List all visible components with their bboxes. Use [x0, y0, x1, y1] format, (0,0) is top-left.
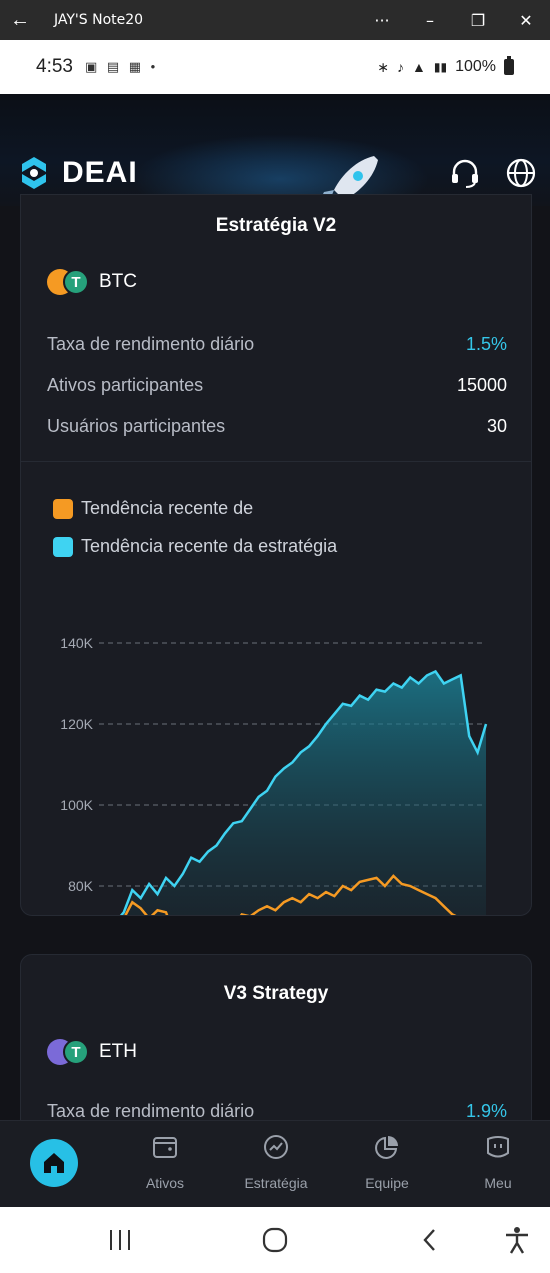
app-screen: DEAI Estratégia V2 T BTC Taxa de rendime… — [0, 94, 550, 1207]
recents-icon[interactable] — [106, 1225, 134, 1255]
status-right: ∗ ♪ ▲ ▮▮ 100% — [377, 56, 514, 76]
nav-label: Estratégia — [244, 1175, 308, 1191]
home-icon — [44, 1153, 64, 1173]
legend-swatch-orange — [53, 498, 73, 519]
row-label: Ativos participantes — [47, 375, 204, 395]
row-value: 15000 — [456, 375, 507, 395]
row-value: 30 — [486, 416, 507, 436]
usdt-coin-icon: T — [63, 1039, 89, 1065]
card-title: V3 Strategy — [223, 983, 329, 1004]
nav-home[interactable] — [30, 1139, 78, 1187]
nav-ativos[interactable]: Ativos — [120, 1121, 210, 1207]
brand-logo[interactable]: DEAI — [14, 154, 138, 192]
nav-label: Equipe — [365, 1175, 409, 1191]
coin-symbol: BTC — [99, 271, 137, 292]
restore-icon[interactable]: ❐ — [454, 11, 502, 30]
bluetooth-icon: ∗ — [377, 58, 389, 75]
coin-symbol: ETH — [99, 1041, 137, 1062]
row-value: 1.9% — [465, 1101, 507, 1121]
close-icon[interactable]: ✕ — [502, 11, 550, 30]
nav-equipe[interactable]: Equipe — [342, 1121, 432, 1207]
y-tick-label: 120K — [60, 716, 93, 732]
info-row: Ativos participantes 15000 — [47, 375, 507, 396]
arrow-left-icon[interactable]: ← — [0, 9, 40, 32]
legend-swatch-cyan — [53, 536, 73, 557]
strategy-card-v2[interactable]: Estratégia V2 T BTC Taxa de rendimento d… — [20, 194, 532, 916]
row-label: Taxa de rendimento diário — [47, 334, 255, 354]
info-row: Taxa de rendimento diário 1.9% — [47, 1101, 507, 1122]
row-label: Usuários participantes — [47, 416, 226, 436]
wallet-icon — [153, 1137, 177, 1158]
back-chevron-icon[interactable] — [418, 1225, 442, 1255]
y-tick-label: 100K — [60, 797, 93, 813]
user-face-icon — [487, 1136, 509, 1158]
y-tick-label: 140K — [60, 635, 93, 651]
accessibility-icon[interactable] — [502, 1225, 532, 1255]
minimize-icon[interactable]: – — [406, 11, 454, 30]
logo-mark-icon — [22, 157, 46, 189]
status-time: 4:53 — [36, 56, 73, 77]
info-row: Taxa de rendimento diário 1.5% — [47, 334, 507, 355]
bottom-nav: Ativos Estratégia Equipe Meu — [0, 1120, 550, 1207]
nav-meu[interactable]: Meu — [453, 1121, 543, 1207]
nav-label: Meu — [484, 1175, 512, 1191]
nav-label: Ativos — [145, 1175, 185, 1191]
legend-item: Tendência recente da estratégia — [53, 536, 337, 557]
mute-icon: ♪ — [397, 59, 404, 75]
pie-chart-icon — [375, 1136, 398, 1159]
brand-name: DEAI — [62, 156, 138, 189]
headset-icon[interactable] — [448, 156, 482, 190]
nav-estrategia[interactable]: Estratégia — [231, 1121, 321, 1207]
wifi-icon: ▲ — [412, 59, 426, 75]
usdt-coin-icon: T — [63, 269, 89, 295]
battery-icon — [504, 56, 514, 75]
status-bar: 4:53 ▣ ▤ ▦ • ∗ ♪ ▲ ▮▮ 100% — [0, 40, 550, 94]
coin-pair: T ETH — [47, 1039, 137, 1065]
more-icon[interactable]: ··· — [358, 11, 406, 30]
row-label: Taxa de rendimento diário — [47, 1101, 255, 1121]
coin-pair: T BTC — [47, 269, 137, 295]
info-row: Usuários participantes 30 — [47, 416, 507, 437]
window-titlebar: ← JAY'S Note20 ··· – ❐ ✕ — [0, 0, 550, 40]
app-header: DEAI — [0, 94, 550, 206]
notification-icons: ▣ ▤ ▦ • — [84, 59, 159, 74]
home-circle-icon[interactable] — [260, 1225, 290, 1255]
system-nav-bar — [0, 1207, 550, 1273]
row-value: 1.5% — [465, 334, 507, 354]
legend-label: Tendência recente de — [81, 498, 254, 518]
card-title: Estratégia V2 — [215, 215, 337, 236]
legend-item: Tendência recente de — [53, 498, 253, 519]
window-title: JAY'S Note20 — [54, 12, 144, 28]
globe-icon[interactable] — [504, 156, 538, 190]
y-tick-label: 80K — [68, 878, 94, 894]
legend-label: Tendência recente da estratégia — [81, 536, 338, 556]
chart-icon — [264, 1135, 288, 1159]
battery-text: 100% — [455, 58, 496, 75]
signal-icon: ▮▮ — [433, 60, 448, 74]
